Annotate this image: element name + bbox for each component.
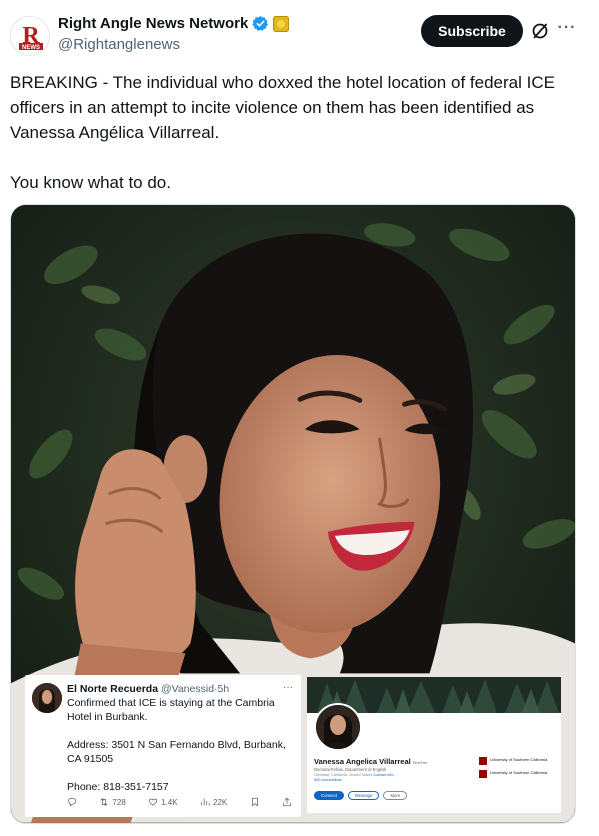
heart-icon xyxy=(148,798,158,806)
retweet-count: 728 xyxy=(112,797,126,807)
embedded-tweet-line: Phone: 818-351-7157 xyxy=(67,781,169,793)
profile-contact: Contact info xyxy=(373,773,394,777)
views-count: 22K xyxy=(212,797,228,807)
retweet-icon xyxy=(100,798,108,806)
embedded-tweet-line xyxy=(67,724,292,738)
message-button: Message xyxy=(348,791,380,800)
profile-buttons: Connect Message More xyxy=(314,791,408,800)
embedded-more-icon: ··· xyxy=(283,682,293,693)
post-text: BREAKING - The individual who doxxed the… xyxy=(10,70,580,195)
grok-icon[interactable] xyxy=(530,21,550,41)
like-stat: 1.4K xyxy=(148,797,178,807)
retweet-stat: 728 xyxy=(99,797,126,807)
embedded-tweet-avatar xyxy=(32,683,62,713)
embedded-tweet-line: Address: 3501 N San Fernando Blvd, Burba… xyxy=(67,739,286,751)
profile-location: Glendale, California, United States xyxy=(314,773,373,777)
embedded-tweet-line: Confirmed that ICE is staying at the Cam… xyxy=(67,697,275,709)
post-header: R NEWS Right Angle News Network @Rightan… xyxy=(0,0,599,62)
embedded-tweet-screenshot: El Norte Recuerda @Vanessid·5h ··· Confi… xyxy=(25,675,301,817)
account-handle[interactable]: @Rightanglenews xyxy=(58,36,180,53)
account-avatar[interactable]: R NEWS xyxy=(10,16,50,56)
profile-avatar xyxy=(314,703,362,751)
education-item: University of Southern California xyxy=(479,757,556,765)
profile-name-row: Vanessa Angelica Villarreal She/Her xyxy=(314,757,428,766)
embedded-tweet-header: El Norte Recuerda @Vanessid·5h xyxy=(67,683,230,695)
university-seal-icon xyxy=(479,757,487,765)
account-name-row: Right Angle News Network xyxy=(58,15,290,32)
post-paragraph: You know what to do. xyxy=(10,173,171,192)
bookmark-icon xyxy=(250,797,260,807)
views-icon xyxy=(201,798,210,806)
education-label: University of Southern California xyxy=(490,757,548,762)
embedded-tweet-body: Confirmed that ICE is staying at the Cam… xyxy=(67,696,292,794)
profile-connections: 500 connections xyxy=(314,778,342,782)
like-count: 1.4K xyxy=(161,797,178,807)
views-stat: 22K xyxy=(200,797,227,807)
profile-headline: Doctoral Fellow, Department of English xyxy=(314,767,387,772)
reply-icon xyxy=(67,797,77,807)
more-options-icon[interactable]: ··· xyxy=(557,19,577,39)
profile-card-screenshot: Vanessa Angelica Villarreal She/Her Doct… xyxy=(307,677,561,813)
education-label: University of Southern California xyxy=(490,770,548,775)
post-paragraph: BREAKING - The individual who doxxed the… xyxy=(10,73,555,142)
share-icon xyxy=(282,797,292,807)
profile-location-row: Glendale, California, United States Cont… xyxy=(314,773,394,777)
embedded-tweet-actions: 728 1.4K 22K xyxy=(67,797,292,807)
embedded-tweet-handle: @Vanessid xyxy=(160,683,215,695)
profile-pronouns: She/Her xyxy=(412,760,428,765)
embedded-tweet-line: Hotel in Burbank. xyxy=(67,711,148,723)
embedded-tweet-name: El Norte Recuerda xyxy=(67,683,159,695)
more-button: More xyxy=(383,791,408,800)
subscribe-button[interactable]: Subscribe xyxy=(421,15,523,47)
account-name[interactable]: Right Angle News Network xyxy=(58,15,248,32)
post-media[interactable]: El Norte Recuerda @Vanessid·5h ··· Confi… xyxy=(10,204,576,824)
embedded-tweet-time: 5h xyxy=(217,683,230,695)
university-seal-icon xyxy=(479,770,487,778)
profile-name: Vanessa Angelica Villarreal xyxy=(314,757,411,766)
logo-text: NEWS xyxy=(22,45,40,51)
verified-badge-icon[interactable] xyxy=(252,15,269,32)
connect-button: Connect xyxy=(314,791,345,800)
education-item: University of Southern California xyxy=(479,770,556,778)
affiliate-badge-icon[interactable] xyxy=(273,15,290,32)
embedded-tweet-line: CA 91505 xyxy=(67,753,114,765)
embedded-tweet-line xyxy=(67,766,292,780)
